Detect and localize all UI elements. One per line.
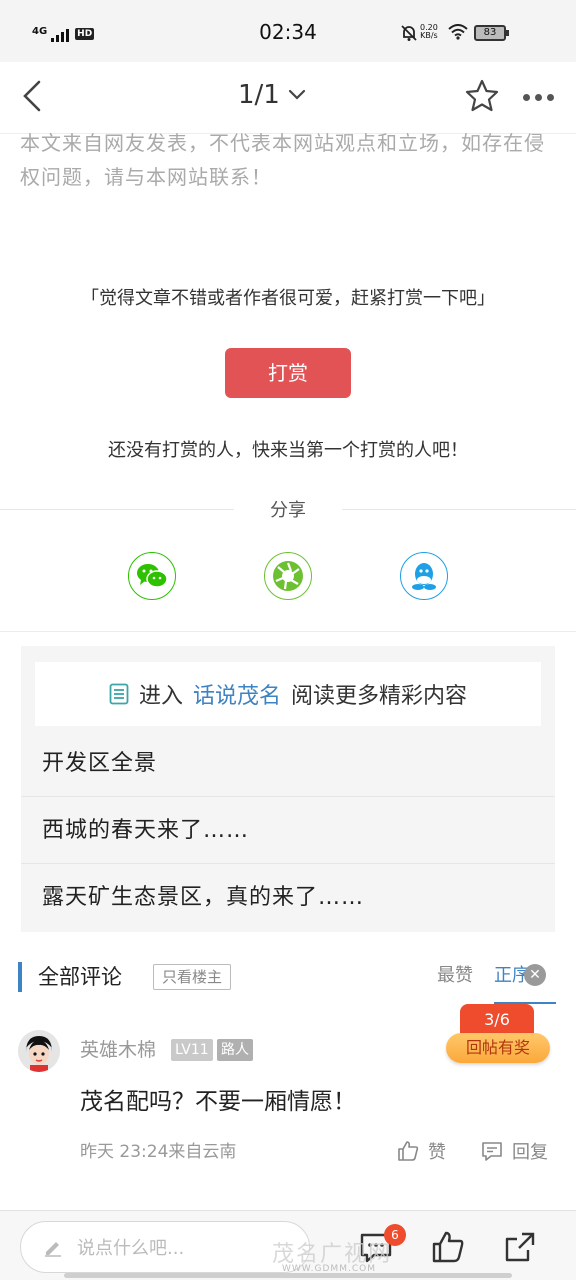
related-article-item[interactable]: 露天矿生态景区，真的来了…… — [21, 864, 555, 931]
like-article-button[interactable] — [430, 1229, 466, 1265]
favorite-button[interactable] — [464, 78, 500, 114]
share-wechat-button[interactable] — [128, 552, 176, 600]
comment-reply-button[interactable]: 回复 — [480, 1138, 548, 1164]
more-dot — [522, 93, 530, 101]
reply-label: 回复 — [512, 1142, 548, 1163]
back-button[interactable] — [14, 76, 50, 116]
sort-by-likes-tab[interactable]: 最赞 — [437, 962, 473, 990]
reply-counter-badge: 3/6 — [460, 1004, 534, 1036]
comment-text: 茂名配吗？不要一厢情愿！ — [80, 1089, 356, 1115]
related-article-item[interactable]: 西城的春天来了…… — [21, 797, 555, 864]
document-icon — [109, 683, 129, 705]
qq-icon — [412, 563, 436, 590]
enter-prefix: 进入 — [138, 684, 183, 709]
close-icon[interactable]: ✕ — [524, 964, 546, 986]
share-qq-button[interactable] — [400, 552, 448, 600]
reward-button[interactable]: 打赏 — [225, 348, 351, 398]
enter-forum-link[interactable]: 进入 话说茂名 阅读更多精彩内容 — [35, 662, 541, 726]
net-speed: 0.20 KB/s — [420, 23, 438, 40]
enter-suffix: 阅读更多精彩内容 — [291, 684, 468, 709]
chevron-left-icon — [23, 80, 41, 112]
comment-username[interactable]: 英雄木棉 — [80, 1036, 156, 1064]
comment-input[interactable]: 说点什么吧... — [20, 1221, 310, 1273]
related-article-item[interactable]: 开发区全景 — [21, 730, 555, 797]
article-disclaimer: 本文来自网友发表，不代表本网站观点和立场，如存在侵权问题，请与本网站联系！ — [20, 131, 545, 189]
pencil-icon — [45, 1242, 61, 1257]
comment-input-placeholder: 说点什么吧... — [77, 1238, 185, 1259]
thumbs-up-icon — [398, 1141, 419, 1161]
reward-tip: 「觉得文章不错或者作者很可爱，赶紧打赏一下吧」 — [81, 288, 495, 309]
page-indicator: 1/1 — [238, 80, 280, 110]
only-author-button[interactable]: 只看楼主 — [153, 964, 232, 990]
divider — [0, 631, 576, 632]
comment-icon — [482, 1142, 502, 1161]
wifi-icon — [448, 24, 468, 44]
reply-reward-button[interactable]: 回帖有奖 — [446, 1033, 550, 1063]
wechat-icon — [137, 564, 168, 588]
star-icon — [465, 79, 499, 112]
comment-meta: 昨天 23:24来自云南 — [80, 1142, 237, 1162]
comment-like-button[interactable]: 赞 — [396, 1138, 446, 1164]
more-dot — [534, 93, 542, 101]
user-level-badge: LV11 — [171, 1039, 213, 1061]
more-content-panel: 进入 话说茂名 阅读更多精彩内容 开发区全景 西城的春天来了…… 露天矿生态景区… — [21, 646, 555, 932]
like-label: 赞 — [428, 1142, 446, 1163]
user-role-badge: 路人 — [217, 1039, 253, 1061]
more-dot — [546, 93, 554, 101]
status-bar: 4G HD 02:34 0.20 KB/s 83 — [0, 0, 576, 62]
section-accent-bar — [18, 962, 22, 992]
chevron-down-icon — [288, 89, 305, 100]
home-indicator[interactable] — [64, 1273, 512, 1278]
share-icon — [505, 1232, 535, 1262]
avatar[interactable] — [18, 1030, 60, 1072]
more-options-button[interactable] — [518, 82, 558, 112]
share-button[interactable] — [502, 1229, 538, 1265]
top-navigation-bar: 1/1 — [0, 62, 576, 134]
share-moments-button[interactable] — [264, 552, 312, 600]
battery-indicator: 83 — [474, 25, 509, 41]
comments-title: 全部评论 — [38, 965, 122, 989]
moments-icon — [273, 561, 303, 591]
page-selector[interactable]: 1/1 — [238, 80, 306, 110]
mute-icon — [400, 24, 418, 46]
reward-empty-text: 还没有打赏的人，快来当第一个打赏的人吧！ — [108, 440, 468, 461]
share-title: 分享 — [270, 500, 306, 521]
thumbs-up-icon — [432, 1231, 464, 1263]
forum-name-link[interactable]: 话说茂名 — [193, 678, 281, 710]
